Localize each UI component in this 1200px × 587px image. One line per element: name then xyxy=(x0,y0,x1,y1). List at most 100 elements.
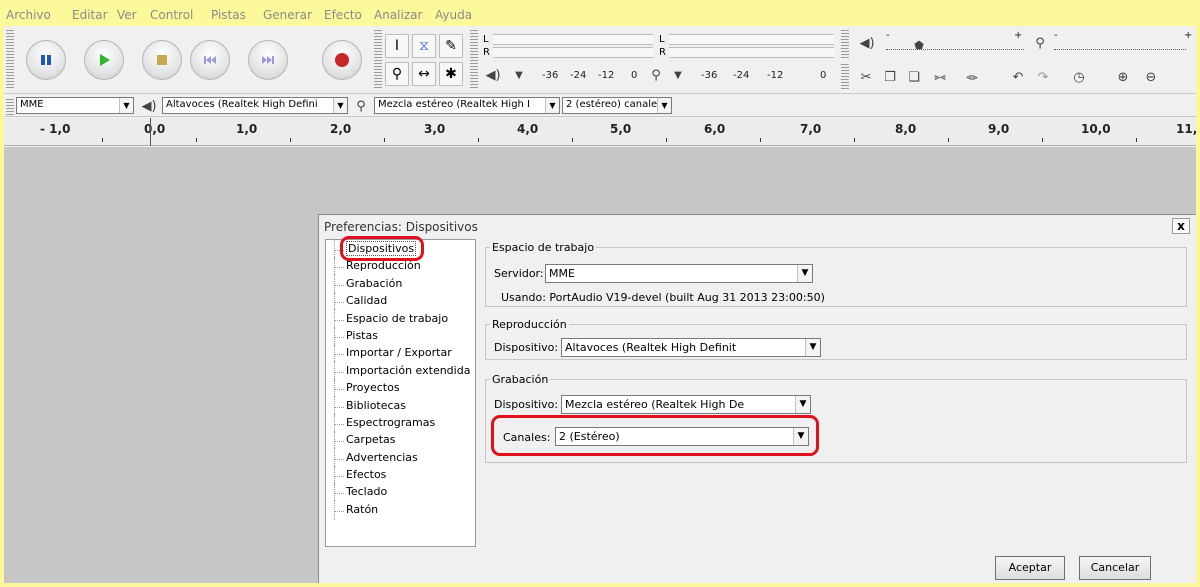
preferences-tree: Dispositivos Reproducción Grabación Cali… xyxy=(325,238,476,547)
ruler-label: 9,0 xyxy=(988,122,1010,136)
ruler-label: 11, xyxy=(1176,122,1196,136)
pause-button[interactable] xyxy=(26,40,66,80)
tree-item-importar-exportar[interactable]: Importar / Exportar xyxy=(326,343,475,364)
cancel-button[interactable]: Cancelar xyxy=(1079,556,1151,580)
ruler-label: 8,0 xyxy=(895,122,917,136)
zoom-in-icon[interactable]: ⊕ xyxy=(1112,66,1134,88)
multi-tool[interactable]: ✱ xyxy=(439,62,463,86)
menu-efecto[interactable]: Efecto xyxy=(324,8,362,22)
copy-icon[interactable]: ❐ xyxy=(879,66,901,88)
playback-device-select[interactable]: Altavoces (Realtek High Definit ▼ xyxy=(561,338,821,357)
rec-meter-dropdown-icon[interactable]: ▼ xyxy=(667,64,689,86)
ruler-label: - 1,0 xyxy=(40,122,71,136)
rec-scale-24: -24 xyxy=(733,70,750,81)
recording-device-select[interactable]: Mezcla estéreo (Realtek High De ▼ xyxy=(561,395,811,414)
skip-end-button[interactable] xyxy=(248,40,288,80)
tree-item-label: Ratón xyxy=(346,502,379,516)
tree-item-espectrogramas[interactable]: Espectrogramas xyxy=(326,412,475,434)
chevron-down-icon: ▼ xyxy=(545,98,559,113)
channels-select[interactable]: 2 (estéreo) canale ▼ xyxy=(562,97,672,114)
tree-item-raton[interactable]: Ratón xyxy=(326,499,475,521)
timeline-ruler[interactable]: - 1,0 0,0 1,0 2,0 3,0 4,0 5,0 6,0 7,0 8,… xyxy=(4,118,1196,146)
tree-item-importacion-extendida[interactable]: Importación extendida xyxy=(326,360,475,382)
paste-icon[interactable]: ❏ xyxy=(903,66,925,88)
input-volume-slider[interactable] xyxy=(1054,42,1186,50)
tree-item-calidad[interactable]: Calidad xyxy=(326,291,475,312)
server-select[interactable]: MME ▼ xyxy=(545,264,813,283)
tree-item-advertencias[interactable]: Advertencias xyxy=(326,447,475,469)
envelope-icon: ⧖ xyxy=(419,38,429,54)
menu-pistas[interactable]: Pistas xyxy=(211,8,246,22)
menu-editar[interactable]: Editar xyxy=(72,8,108,22)
output-volume-slider[interactable] xyxy=(886,42,1024,50)
device-grip[interactable] xyxy=(6,97,14,115)
play-meter-dropdown-icon[interactable]: ▼ xyxy=(508,64,530,86)
close-button[interactable]: x xyxy=(1172,218,1190,234)
recording-device-value: Mezcla estéreo (Realtek High De xyxy=(565,398,745,411)
tree-item-teclado[interactable]: Teclado xyxy=(326,482,475,503)
play-meter-left xyxy=(493,34,653,45)
using-text: Usando: PortAudio V19-devel (built Aug 3… xyxy=(501,291,825,304)
slider-thumb-icon[interactable]: ⬟ xyxy=(908,34,930,56)
meter-grip[interactable] xyxy=(470,28,478,90)
ruler-label: 7,0 xyxy=(800,122,822,136)
ruler-label: 10,0 xyxy=(1081,122,1111,136)
audacity-window: Archivo Editar Ver Control Pistas Genera… xyxy=(4,4,1196,583)
zoom-out-icon[interactable]: ⊖ xyxy=(1140,66,1162,88)
tree-item-proyectos[interactable]: Proyectos xyxy=(326,378,475,399)
menu-ayuda[interactable]: Ayuda xyxy=(435,8,472,22)
ruler-tick xyxy=(102,138,103,142)
ruler-label: 3,0 xyxy=(424,122,446,136)
tree-item-label: Bibliotecas xyxy=(346,398,407,412)
chevron-down-icon: ▼ xyxy=(119,98,133,113)
menu-ver[interactable]: Ver xyxy=(117,8,137,22)
menu-control[interactable]: Control xyxy=(150,8,193,22)
sync-lock-icon[interactable]: ◷ xyxy=(1068,66,1090,88)
tree-item-reproduccion[interactable]: Reproducción xyxy=(326,256,475,277)
menu-generar[interactable]: Generar xyxy=(263,8,312,22)
undo-icon[interactable]: ↶ xyxy=(1007,66,1029,88)
trim-icon[interactable]: ⫸⫷ xyxy=(929,66,951,88)
dispositivos-highlight xyxy=(340,236,424,261)
tools-grip[interactable] xyxy=(374,28,382,90)
selection-tool[interactable]: I xyxy=(385,34,409,58)
silence-icon[interactable]: ⫷⫸ xyxy=(961,66,983,88)
draw-tool[interactable]: ✎ xyxy=(439,34,463,58)
chevron-down-icon: ▼ xyxy=(333,98,347,113)
tree-item-bibliotecas[interactable]: Bibliotecas xyxy=(326,395,475,416)
tree-item-carpetas[interactable]: Carpetas xyxy=(326,430,475,451)
ruler-tick xyxy=(384,138,385,142)
output-volume-icon: ◀) xyxy=(859,35,875,51)
stop-button[interactable] xyxy=(142,40,182,80)
toolbar-grip[interactable] xyxy=(6,28,14,90)
tree-item-grabacion[interactable]: Grabación xyxy=(326,273,475,295)
mixer-plus-label: + xyxy=(1014,30,1023,41)
host-select[interactable]: MME ▼ xyxy=(16,97,134,114)
tree-item-label: Espectrogramas xyxy=(346,415,436,429)
host-select-value: MME xyxy=(20,99,44,110)
envelope-tool[interactable]: ⧖ xyxy=(412,34,436,58)
record-button[interactable] xyxy=(322,40,362,80)
edit-grip[interactable] xyxy=(841,62,849,90)
accept-button[interactable]: Aceptar xyxy=(995,556,1065,580)
tree-item-espacio-de-trabajo[interactable]: Espacio de trabajo xyxy=(326,308,475,329)
skip-start-button[interactable] xyxy=(190,40,230,80)
redo-icon[interactable]: ↷ xyxy=(1032,66,1054,88)
tree-item-efectos[interactable]: Efectos xyxy=(326,465,475,486)
output-device-select[interactable]: Altavoces (Realtek High Defini ▼ xyxy=(162,97,348,114)
input-device-select[interactable]: Mezcla estéreo (Realtek High I ▼ xyxy=(374,97,560,114)
play-button[interactable] xyxy=(84,40,124,80)
ruler-tick xyxy=(760,138,761,142)
menu-analizar[interactable]: Analizar xyxy=(374,8,422,22)
ruler-label: 4,0 xyxy=(517,122,539,136)
tree-item-pistas[interactable]: Pistas xyxy=(326,325,475,347)
playback-device-value: Altavoces (Realtek High Definit xyxy=(565,341,737,354)
ibeam-icon: I xyxy=(394,38,400,54)
mixer-plus2-label: + xyxy=(1184,30,1193,41)
menu-archivo[interactable]: Archivo xyxy=(6,8,51,22)
timeshift-tool[interactable]: ↔ xyxy=(412,62,436,86)
mixer-grip[interactable] xyxy=(841,28,849,58)
rec-meter-left xyxy=(669,34,834,45)
zoom-tool[interactable]: ⚲ xyxy=(385,62,409,86)
cut-icon[interactable]: ✂ xyxy=(855,66,877,88)
